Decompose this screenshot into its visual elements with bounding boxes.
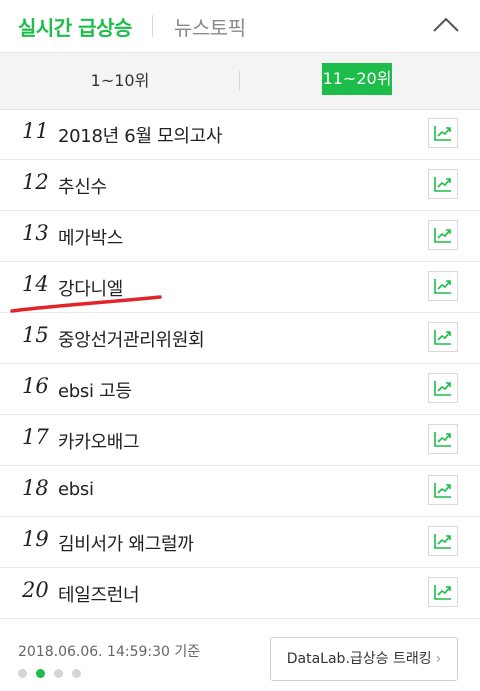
range-divider bbox=[239, 71, 240, 91]
list-item[interactable]: 13 메가박스 bbox=[0, 211, 480, 262]
keyword-link[interactable]: 강다니엘 bbox=[58, 275, 123, 301]
trend-button[interactable] bbox=[428, 526, 458, 556]
list-item[interactable]: 14 강다니엘 bbox=[0, 262, 480, 313]
rank-number: 17 bbox=[22, 425, 49, 449]
list-item[interactable]: 20 테일즈런너 bbox=[0, 568, 480, 619]
tab-realtime-rising[interactable]: 실시간 급상승 bbox=[18, 12, 132, 41]
rank-number: 11 bbox=[22, 119, 49, 143]
page-dot[interactable] bbox=[72, 669, 81, 678]
keyword-link[interactable]: 추신수 bbox=[58, 173, 107, 199]
trend-chart-icon bbox=[434, 483, 451, 498]
page-dot[interactable] bbox=[18, 669, 27, 678]
trend-button[interactable] bbox=[428, 424, 458, 454]
rank-number: 16 bbox=[22, 374, 49, 398]
rank-number: 15 bbox=[22, 323, 49, 347]
tab-divider bbox=[152, 15, 153, 37]
rank-number: 13 bbox=[22, 221, 49, 245]
trend-chart-icon bbox=[434, 585, 451, 600]
trend-chart-icon bbox=[434, 177, 451, 192]
list-item[interactable]: 18 ebsi bbox=[0, 466, 480, 517]
chevron-up-icon bbox=[433, 17, 459, 32]
page-dot[interactable] bbox=[54, 669, 63, 678]
list-item[interactable]: 11 2018년 6월 모의고사 bbox=[0, 109, 480, 160]
trend-chart-icon bbox=[434, 381, 451, 396]
keyword-link[interactable]: ebsi bbox=[58, 479, 94, 500]
page-indicator bbox=[18, 669, 81, 678]
rank-number: 19 bbox=[22, 527, 49, 551]
rank-number: 14 bbox=[22, 272, 49, 296]
trend-button[interactable] bbox=[428, 271, 458, 301]
rank-number: 18 bbox=[22, 476, 49, 500]
keyword-list: 11 2018년 6월 모의고사 12 추신수 13 메가박스 14 강다니엘 … bbox=[0, 109, 480, 619]
trend-chart-icon bbox=[434, 330, 451, 345]
datalab-label: DataLab.급상승 트래킹 bbox=[286, 651, 432, 667]
trend-chart-icon bbox=[434, 279, 451, 294]
range-selector: 1~10위 11~20위 bbox=[0, 52, 480, 110]
keyword-link[interactable]: 카카오배그 bbox=[58, 428, 140, 454]
keyword-link[interactable]: ebsi 고등 bbox=[58, 377, 132, 403]
collapse-button[interactable] bbox=[430, 12, 462, 38]
trend-chart-icon bbox=[434, 432, 451, 447]
list-item[interactable]: 15 중앙선거관리위원회 bbox=[0, 313, 480, 364]
list-item[interactable]: 17 카카오배그 bbox=[0, 415, 480, 466]
range-11-20-button[interactable]: 11~20위 bbox=[322, 63, 392, 95]
datalab-tracking-button[interactable]: DataLab.급상승 트래킹 › bbox=[270, 637, 458, 681]
keyword-link[interactable]: 2018년 6월 모의고사 bbox=[58, 122, 222, 148]
trend-chart-icon bbox=[434, 228, 451, 243]
tab-news-topic[interactable]: 뉴스토픽 bbox=[174, 12, 246, 41]
trend-button[interactable] bbox=[428, 373, 458, 403]
trend-button[interactable] bbox=[428, 475, 458, 505]
list-item[interactable]: 19 김비서가 왜그럴까 bbox=[0, 517, 480, 568]
trend-chart-icon bbox=[434, 126, 451, 141]
rank-number: 12 bbox=[22, 170, 49, 194]
list-item[interactable]: 16 ebsi 고등 bbox=[0, 364, 480, 415]
rank-number: 20 bbox=[22, 578, 49, 602]
trend-chart-icon bbox=[434, 534, 451, 549]
trend-button[interactable] bbox=[428, 220, 458, 250]
trend-button[interactable] bbox=[428, 169, 458, 199]
trend-button[interactable] bbox=[428, 118, 458, 148]
trend-button[interactable] bbox=[428, 577, 458, 607]
page-dot-active[interactable] bbox=[36, 669, 45, 678]
list-item[interactable]: 12 추신수 bbox=[0, 160, 480, 211]
keyword-link[interactable]: 중앙선거관리위원회 bbox=[58, 326, 205, 352]
update-timestamp: 2018.06.06. 14:59:30 기준 bbox=[18, 644, 201, 660]
chevron-right-icon: › bbox=[435, 651, 442, 667]
keyword-link[interactable]: 김비서가 왜그럴까 bbox=[58, 530, 194, 556]
range-1-10-button[interactable]: 1~10위 bbox=[60, 67, 180, 91]
trend-button[interactable] bbox=[428, 322, 458, 352]
keyword-link[interactable]: 테일즈런너 bbox=[58, 581, 140, 607]
header: 실시간 급상승 뉴스토픽 bbox=[0, 0, 480, 52]
keyword-link[interactable]: 메가박스 bbox=[58, 224, 123, 250]
